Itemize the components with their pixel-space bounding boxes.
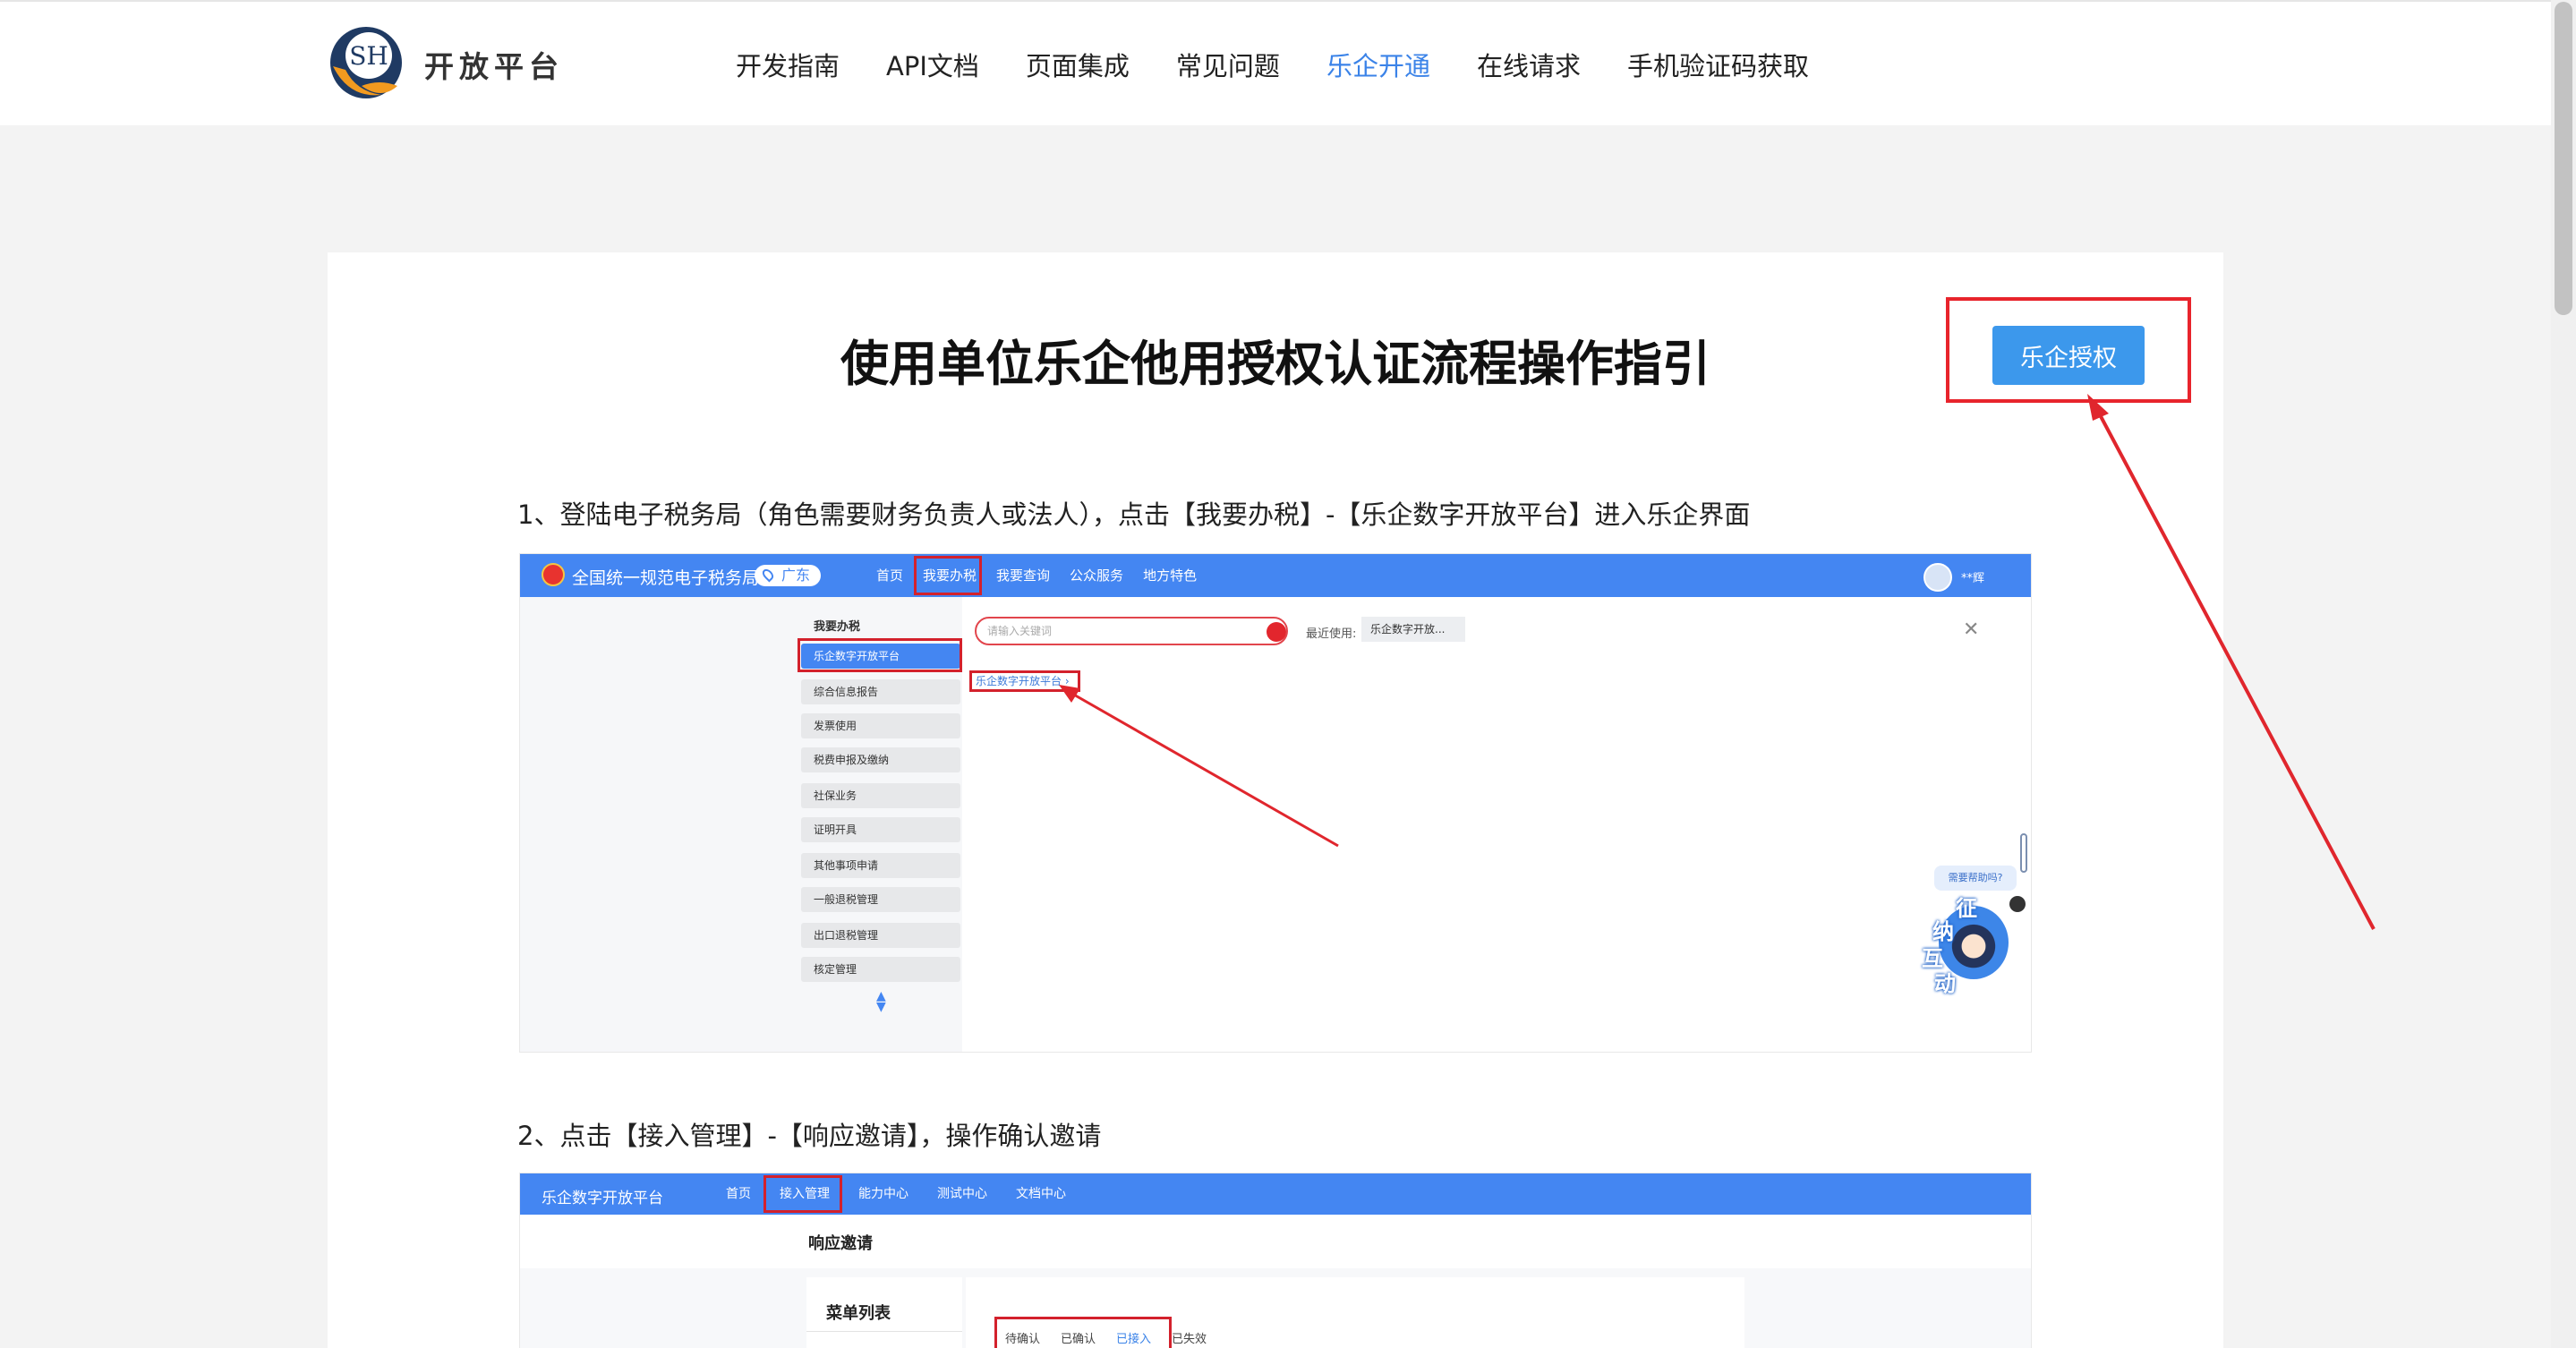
step-1-screenshot: 全国统一规范电子税务局 广东 首页 我要办税 我要查询 公众服务 地方特色 **… <box>519 553 2032 1053</box>
step-2-text: 2、点击【接入管理】-【响应邀请】，操作确认邀请 <box>517 1121 1102 1151</box>
tabs-highlight <box>994 1317 1172 1348</box>
respond-invite-heading: 响应邀请 <box>808 1234 873 1253</box>
nav-leqi-activation[interactable]: 乐企开通 <box>1326 47 1430 86</box>
menu-test-center: 测试中心 <box>937 1187 987 1201</box>
heading-strip <box>520 1215 2031 1268</box>
nav-page-integration[interactable]: 页面集成 <box>1026 47 1130 86</box>
page-scrollbar[interactable] <box>2551 0 2576 1348</box>
pointer-arrow-icon <box>1059 685 1339 848</box>
brand-title: 开放平台 <box>424 49 564 84</box>
auth-button-highlight: 乐企授权 <box>1946 297 2191 403</box>
leqi-platform-name: 乐企数字开放平台 <box>542 1190 663 1207</box>
logo-icon[interactable]: SH <box>328 23 405 106</box>
nav-faq[interactable]: 常见问题 <box>1176 47 1280 86</box>
tab-expired: 已失效 <box>1172 1333 1207 1346</box>
menu-list-title: 菜单列表 <box>826 1304 891 1323</box>
top-header: SH 开放平台 开发指南 API文档 页面集成 常见问题 乐企开通 在线请求 手… <box>0 0 2551 125</box>
nav-api-docs[interactable]: API文档 <box>886 47 979 86</box>
nav-dev-guide[interactable]: 开发指南 <box>736 47 840 86</box>
nav-online-request[interactable]: 在线请求 <box>1477 47 1581 86</box>
main-nav: 开发指南 API文档 页面集成 常见问题 乐企开通 在线请求 手机验证码获取 <box>736 47 1855 86</box>
step-2-screenshot: 乐企数字开放平台 首页 接入管理 能力中心 测试中心 文档中心 响应邀请 菜单列… <box>519 1173 2032 1348</box>
page-title: 使用单位乐企他用授权认证流程操作指引 <box>840 336 1710 392</box>
leqi-auth-button[interactable]: 乐企授权 <box>1992 326 2145 385</box>
step-1-text: 1、登陆电子税务局（角色需要财务负责人或法人），点击【我要办税】-【乐企数字开放… <box>517 499 1751 530</box>
menu-capability-center: 能力中心 <box>858 1187 908 1201</box>
menu-doc-center: 文档中心 <box>1016 1187 1066 1201</box>
article-card: 使用单位乐企他用授权认证流程操作指引 乐企授权 1、登陆电子税务局（角色需要财务… <box>328 252 2223 1348</box>
menu-home: 首页 <box>726 1187 751 1201</box>
svg-text:SH: SH <box>349 41 388 71</box>
scrollbar-thumb[interactable] <box>2555 2 2572 315</box>
nav-sms-code[interactable]: 手机验证码获取 <box>1627 47 1809 86</box>
access-management-highlight <box>763 1175 842 1213</box>
divider <box>806 1331 962 1332</box>
